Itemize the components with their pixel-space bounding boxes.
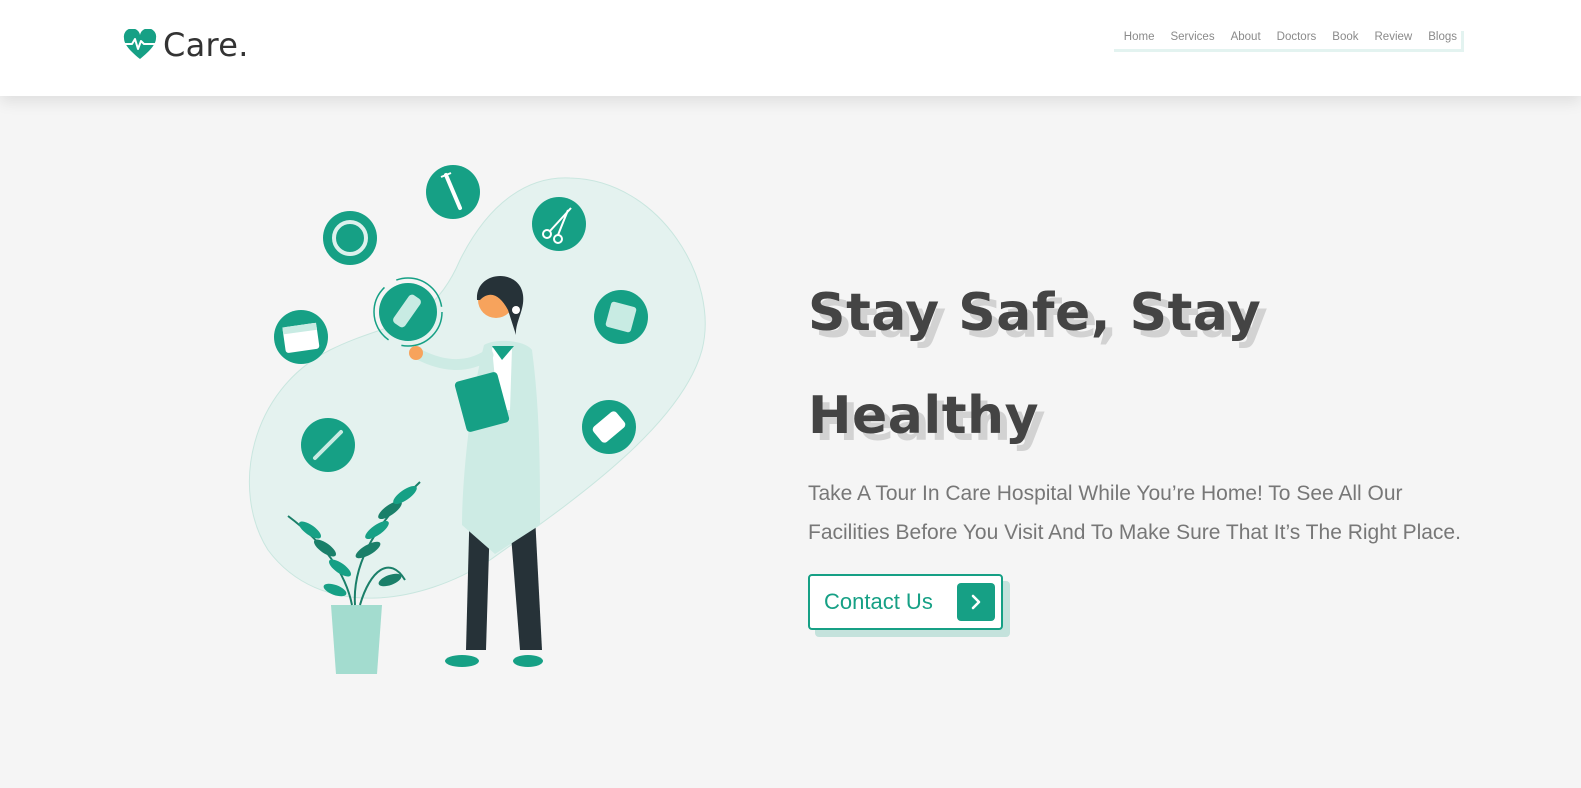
nav-services[interactable]: Services: [1170, 31, 1214, 43]
nav-blogs[interactable]: Blogs: [1428, 31, 1457, 43]
hero-title: Stay Safe, Stay Healthy: [808, 262, 1488, 468]
contact-us-label: Contact Us: [824, 589, 933, 614]
syringe-icon: [426, 165, 480, 219]
brand-name: Care.: [163, 26, 249, 64]
hero-description: Take A Tour In Care Hospital While You’r…: [808, 482, 1461, 544]
pills-icon: [582, 400, 636, 454]
nav-about[interactable]: About: [1231, 31, 1261, 43]
thermometer-icon: [301, 418, 355, 472]
doctor-illustration: [249, 165, 706, 674]
hero-title-line2: Healthy: [808, 386, 1039, 446]
nav-book[interactable]: Book: [1332, 31, 1358, 43]
chevron-right-icon: [956, 583, 995, 621]
nav-review[interactable]: Review: [1375, 31, 1413, 43]
scissors-icon: [532, 197, 586, 251]
ring-icon: [323, 211, 377, 265]
nav-doctors[interactable]: Doctors: [1277, 31, 1317, 43]
gauze-icon: [594, 290, 648, 344]
logo[interactable]: Care.: [123, 26, 249, 64]
heartbeat-icon: [123, 29, 157, 59]
bandage-icon: [373, 277, 443, 347]
nav-home[interactable]: Home: [1124, 31, 1155, 43]
hero-title-line1: Stay Safe, Stay: [808, 283, 1262, 343]
calendar-icon: [274, 310, 328, 364]
main-nav: Home Services About Doctors Book Review …: [1113, 31, 1464, 52]
site-header: Care. Home Services About Doctors Book R…: [0, 0, 1581, 96]
hero-section: Stay Safe, Stay Healthy Take A Tour In C…: [808, 262, 1488, 630]
contact-us-button[interactable]: Contact Us: [808, 574, 1003, 630]
